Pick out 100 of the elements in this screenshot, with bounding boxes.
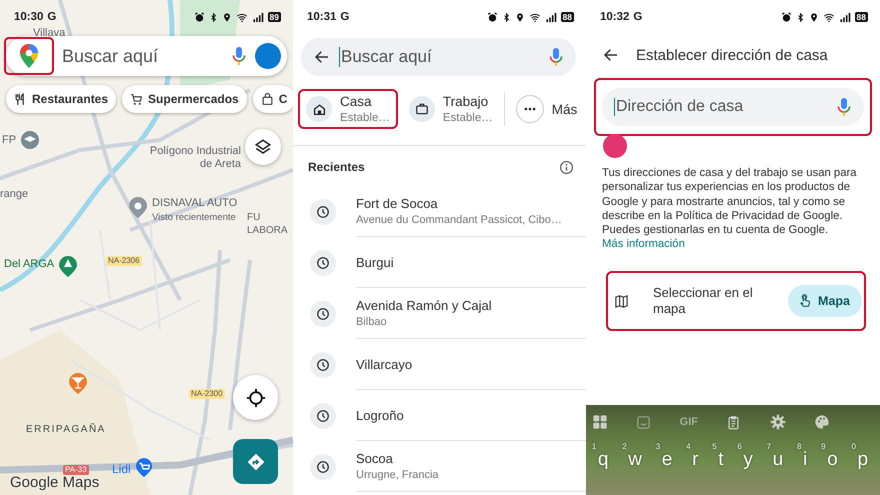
recent-item[interactable]: Socoa Urrugne, Francia	[293, 441, 586, 492]
map-label[interactable]: ERRIPAGAÑA	[26, 423, 106, 436]
location-icon	[222, 12, 232, 22]
clock-icon	[316, 307, 330, 321]
wifi-icon	[528, 12, 541, 22]
bluetooth-icon	[796, 12, 805, 22]
battery-level: 88	[854, 12, 868, 22]
map-label[interactable]: FP	[2, 134, 16, 147]
recent-title: Avenida Ramón y Cajal	[356, 298, 493, 313]
signal-icon	[838, 12, 851, 22]
map-label[interactable]: NA-2300	[189, 389, 225, 399]
key-hint: 2	[622, 442, 627, 451]
recent-item[interactable]: Burgui	[293, 237, 586, 288]
map-label[interactable]: PA-33	[63, 465, 89, 475]
key-hint: 3	[656, 442, 660, 451]
cart-icon	[130, 92, 144, 106]
map-label[interactable]: DISNAVAL AUTO	[152, 197, 238, 210]
map-pin-icon	[20, 44, 38, 68]
privacy-notice: Tus direcciones de casa y del trabajo se usan para personalizar tus experiencias en los productos de Google y para mostrarte anuncios, tal y como se describe en la Política de Privacidad de Google. Puedes gestionarlas en tu cuenta de Google. Más información	[601, 166, 858, 252]
recent-title: Burgui	[356, 254, 395, 270]
recent-title: Fort de Socoa	[356, 196, 439, 211]
key-hint: 4	[686, 442, 691, 451]
map-label[interactable]: Visto recientemente	[152, 211, 236, 224]
section-heading: Recientes	[308, 160, 365, 174]
map-label[interactable]: range	[0, 188, 28, 201]
recent-item[interactable]: Fort de Socoa Avenue du Commandant Passicot, Cibo…	[293, 186, 586, 237]
tree-pin-icon[interactable]	[58, 256, 78, 278]
key-hint: 8	[797, 442, 802, 451]
keyboard-key[interactable]: 0 p	[851, 445, 874, 471]
map-label[interactable]: FU LABORA	[247, 211, 291, 237]
keyboard-key[interactable]: 3 e	[656, 445, 678, 471]
keyboard-key[interactable]: 7 u	[766, 445, 790, 471]
recent-title: Villarcayo	[356, 356, 414, 372]
key-hint: 0	[851, 442, 856, 451]
keyboard-key[interactable]: 4 r	[686, 445, 704, 471]
keyboard-key[interactable]: 6 y	[737, 445, 759, 471]
sticker-icon	[636, 414, 652, 430]
search-placeholder: Buscar aquí	[339, 47, 540, 67]
account-avatar[interactable]	[255, 43, 281, 69]
battery-level: 88	[560, 12, 574, 22]
keyboard-key[interactable]: 1 q	[592, 445, 614, 471]
microphone-icon[interactable]	[231, 46, 247, 66]
palette-icon	[814, 414, 830, 430]
select-on-map-row[interactable]: Seleccionar en el mapa Mapa	[606, 271, 866, 332]
keyboard-key[interactable]: 2 w	[622, 445, 648, 471]
recent-item[interactable]: Avenida Ramón y Cajal Bilbao	[293, 288, 586, 339]
alarm-icon	[780, 12, 792, 22]
layers-icon	[254, 138, 272, 156]
place-pin-icon[interactable]	[128, 197, 148, 219]
option-label: Seleccionar en el mapa	[653, 285, 754, 318]
bag-icon	[260, 92, 274, 106]
clock-icon	[316, 358, 330, 372]
cart-pin-icon[interactable]	[135, 458, 153, 478]
shortcut-button[interactable]: Trabajo Estable…	[400, 89, 501, 129]
shortcut-title: Casa	[340, 94, 373, 109]
key-hint: 9	[821, 442, 826, 451]
keyboard-key[interactable]: 8 i	[797, 445, 814, 471]
bluetooth-icon	[208, 12, 218, 22]
recent-subtitle: Urrugne, Francia	[356, 469, 440, 481]
search-bar[interactable]: Buscar aquí	[6, 36, 287, 76]
signal-icon	[544, 12, 557, 22]
recent-item[interactable]: Villarcayo	[293, 339, 586, 390]
more-info-link[interactable]: Más información	[602, 238, 685, 250]
microphone-icon[interactable]	[548, 47, 564, 67]
keyboard-key[interactable]: 5 t	[712, 445, 730, 471]
alarm-icon	[486, 12, 498, 22]
map-label[interactable]: Del ARGA	[4, 258, 54, 271]
shortcut-subtitle: Estable…	[442, 112, 493, 124]
battery-level: 89	[268, 12, 281, 22]
clock-icon	[316, 256, 330, 270]
clock-icon	[316, 460, 330, 474]
address-field[interactable]: Dirección de casa	[602, 88, 864, 126]
touch-indicator-dot	[603, 134, 627, 158]
microphone-icon[interactable]	[836, 97, 852, 117]
wifi-icon	[236, 12, 248, 22]
shortcut-title: Más	[552, 102, 578, 116]
wifi-icon	[822, 12, 835, 22]
map-label[interactable]: Polígono Industrial de Areta	[145, 145, 241, 171]
map-label[interactable]: NA-2306	[106, 256, 142, 266]
key-hint: 5	[712, 442, 717, 451]
key-hint: 7	[766, 442, 772, 451]
recent-subtitle: Bilbao	[356, 316, 388, 328]
map-button[interactable]: Mapa	[788, 285, 862, 318]
alarm-icon	[194, 12, 205, 22]
category-chip[interactable]: Restaurantes	[6, 85, 116, 113]
page-title: Establecer dirección de casa	[636, 46, 828, 64]
status-time: 10:31	[307, 11, 336, 23]
search-placeholder: Buscar aquí	[62, 46, 160, 66]
maps-pin-button[interactable]	[4, 37, 54, 75]
directions-button[interactable]	[233, 439, 278, 484]
location-icon	[808, 12, 819, 22]
cocktail-pin-icon[interactable]	[68, 373, 88, 395]
clock-icon	[316, 205, 330, 219]
keyboard-key[interactable]: 9 o	[821, 445, 844, 471]
shortcut-button[interactable]: Más	[508, 90, 586, 128]
recent-item[interactable]: Logroño	[293, 390, 586, 441]
category-chip[interactable]: Supermercados	[122, 85, 247, 113]
search-field[interactable]: Buscar aquí	[301, 38, 576, 76]
shortcut-button[interactable]: Casa Estable…	[298, 89, 398, 129]
map-icon	[614, 294, 629, 309]
